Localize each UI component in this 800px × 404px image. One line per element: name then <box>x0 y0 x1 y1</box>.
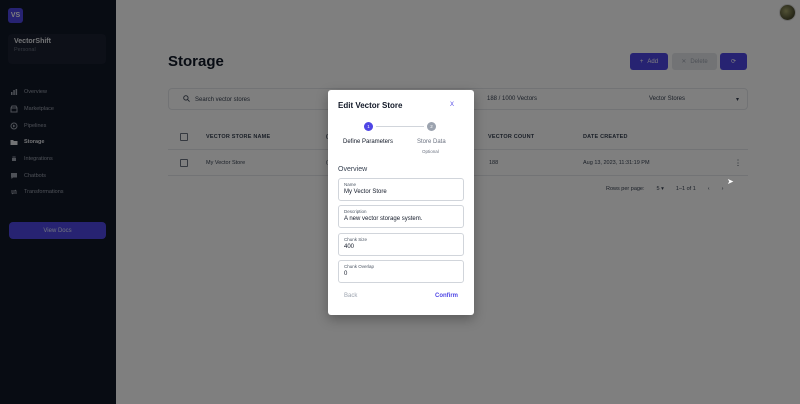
step-2-indicator: 2 <box>427 122 436 131</box>
field-value: My Vector Store <box>344 189 387 195</box>
mouse-cursor-icon: ➤ <box>727 177 734 186</box>
dialog-title: Edit Vector Store <box>338 101 403 110</box>
field-value: 400 <box>344 244 355 250</box>
field-label: Chunk Overlap <box>344 264 375 269</box>
field-label: Name <box>344 182 357 187</box>
name-field[interactable]: Name My Vector Store <box>338 178 464 201</box>
chunk-overlap-field[interactable]: Chunk Overlap 0 <box>338 260 464 283</box>
step-2-label: Store Data <box>417 139 446 145</box>
stepper: 1 2 Define Parameters Store Data Optiona… <box>328 121 474 157</box>
chunk-size-field[interactable]: Chunk Size 400 <box>338 233 464 256</box>
step-connector <box>376 126 424 127</box>
section-heading: Overview <box>338 166 368 173</box>
edit-vector-store-dialog: Edit Vector Store X 1 2 Define Parameter… <box>328 90 474 315</box>
field-value: 0 <box>344 271 348 277</box>
step-2-optional: Optional <box>422 149 439 154</box>
field-label: Description <box>344 209 367 214</box>
close-button[interactable]: X <box>450 102 454 108</box>
confirm-button[interactable]: Confirm <box>435 293 458 299</box>
field-value: A new vector storage system. <box>344 216 423 222</box>
step-1-indicator: 1 <box>364 122 373 131</box>
description-field[interactable]: Description A new vector storage system. <box>338 205 464 228</box>
back-button[interactable]: Back <box>344 293 357 299</box>
field-label: Chunk Size <box>344 237 368 242</box>
step-1-label: Define Parameters <box>343 139 394 145</box>
